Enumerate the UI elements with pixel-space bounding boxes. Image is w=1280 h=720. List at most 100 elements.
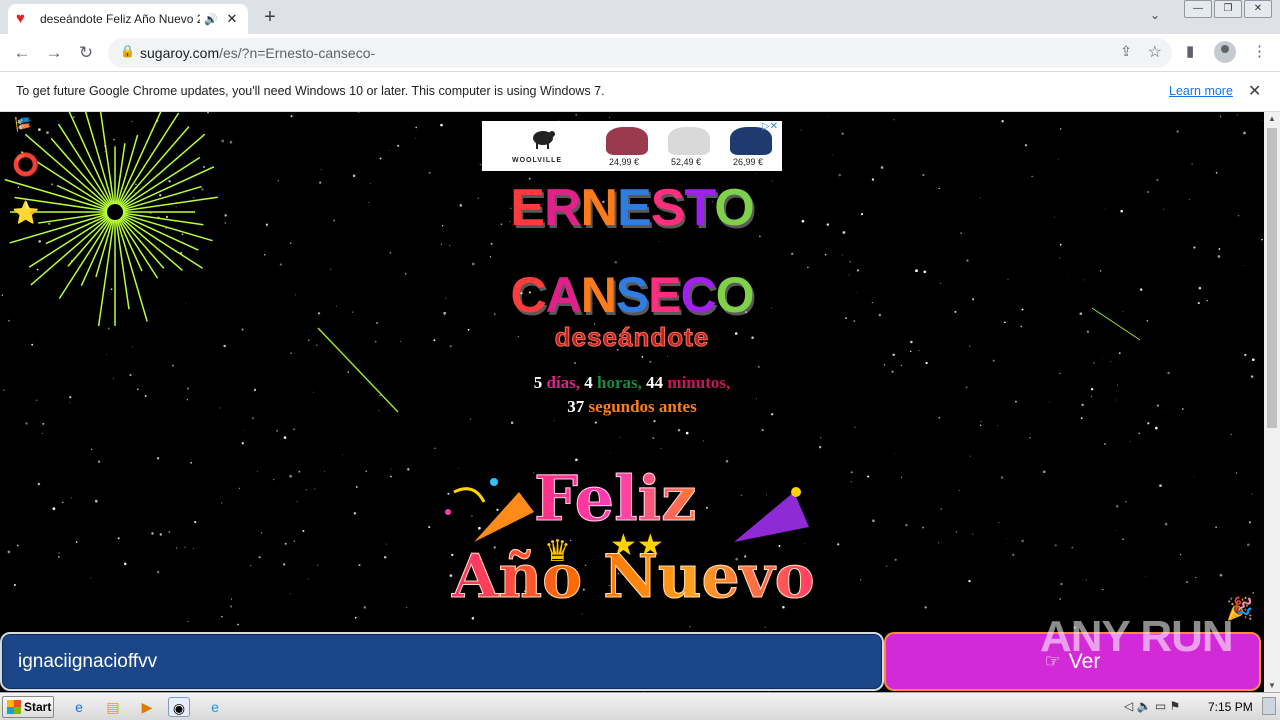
edge-icon[interactable]: e <box>204 697 226 717</box>
star <box>553 420 555 422</box>
name-letter: R <box>543 179 582 237</box>
star <box>619 436 621 438</box>
star <box>221 139 225 143</box>
infobar-close-icon[interactable]: ✕ <box>1248 81 1261 101</box>
address-bar[interactable]: 🔒 sugaroy.com/es/?n=Ernesto-canseco- ⇪ ☆ <box>108 38 1172 68</box>
new-tab-button[interactable]: + <box>258 6 282 30</box>
star <box>42 432 44 434</box>
learn-more-link[interactable]: Learn more <box>1169 84 1233 98</box>
name-letter: E <box>510 179 545 237</box>
star <box>1103 443 1106 445</box>
share-icon[interactable]: ⇪ <box>1120 43 1132 60</box>
anyrun-watermark: ANY RUN <box>1040 612 1234 661</box>
star <box>290 593 291 595</box>
star <box>106 354 108 356</box>
star <box>237 623 240 626</box>
star <box>925 361 928 365</box>
forward-arrow-icon[interactable]: → <box>42 41 66 65</box>
star <box>1191 163 1193 165</box>
star <box>241 442 244 445</box>
tab-search-chevron-icon[interactable]: ⌄ <box>1150 8 1160 22</box>
lifebuoy-icon[interactable]: ⭕ <box>12 152 39 178</box>
star <box>238 487 241 489</box>
star <box>677 428 681 432</box>
star <box>283 436 287 439</box>
star <box>1145 576 1146 577</box>
star <box>429 515 431 517</box>
star <box>1261 119 1263 121</box>
close-window-button[interactable]: ✕ <box>1244 0 1272 18</box>
tab-close-icon[interactable]: ✕ <box>224 11 240 27</box>
ad-banner[interactable]: WOOLVILLE 24,99 € 52,49 € 26,99 € ▷✕ <box>482 121 782 171</box>
folder-icon[interactable]: ▤ <box>102 697 124 717</box>
star <box>1029 436 1031 439</box>
star <box>159 533 163 536</box>
star <box>221 615 223 618</box>
star <box>1000 476 1004 479</box>
star <box>293 428 295 430</box>
star <box>38 240 41 243</box>
ie-icon[interactable]: e <box>68 697 90 717</box>
reload-icon[interactable]: ↻ <box>74 41 98 65</box>
url-text[interactable]: sugaroy.com/es/?n=Ernesto-canseco- <box>140 45 375 61</box>
star <box>1164 522 1168 526</box>
back-arrow-icon[interactable]: ← <box>10 41 34 65</box>
star <box>397 144 400 147</box>
star <box>342 454 343 456</box>
star <box>854 426 856 428</box>
star <box>391 468 392 470</box>
star <box>955 531 958 533</box>
side-panel-icon[interactable]: ▮ <box>1186 42 1194 60</box>
star <box>357 112 360 113</box>
show-desktop-button[interactable] <box>1262 697 1276 715</box>
star <box>980 424 982 426</box>
star <box>243 429 245 431</box>
star <box>256 471 258 473</box>
scroll-thumb[interactable] <box>1267 128 1277 428</box>
scroll-up-arrow-icon[interactable]: ▲ <box>1268 114 1276 123</box>
star <box>7 550 11 554</box>
star <box>305 488 308 491</box>
page-scrollbar[interactable]: ▲ ▼ <box>1264 112 1280 692</box>
star <box>293 540 295 542</box>
star <box>1194 576 1197 579</box>
start-button[interactable]: Start <box>2 696 54 718</box>
bookmark-star-icon[interactable]: ☆ <box>1148 42 1162 62</box>
name-letter: O <box>715 267 755 323</box>
ad-product-slipper[interactable] <box>668 127 710 155</box>
star <box>1219 115 1222 118</box>
star <box>407 468 410 471</box>
star <box>302 530 305 532</box>
restore-button[interactable]: ❐ <box>1214 0 1242 18</box>
star <box>685 431 689 435</box>
star <box>156 570 160 574</box>
clock[interactable]: 7:15 PM <box>1208 700 1253 714</box>
star <box>820 437 822 439</box>
tab-title: deseándote Feliz Año Nuevo 20 <box>40 12 200 26</box>
star <box>1251 493 1253 495</box>
star <box>880 166 884 169</box>
profile-avatar[interactable] <box>1214 41 1236 63</box>
system-tray[interactable]: ◁ 🔈 ▭ ⚑ <box>1124 699 1180 713</box>
lock-icon[interactable]: 🔒 <box>120 44 135 58</box>
star <box>837 543 840 546</box>
star <box>894 453 896 454</box>
bunting-icon[interactable]: 🎏 <box>14 116 31 133</box>
countdown-line-2: 37 segundos antes <box>0 395 1264 419</box>
name-input[interactable] <box>18 648 858 676</box>
menu-kebab-icon[interactable]: ⋮ <box>1252 42 1267 60</box>
minimize-button[interactable]: — <box>1184 0 1212 18</box>
chrome-icon[interactable]: ◉ <box>168 697 190 717</box>
star <box>471 262 475 266</box>
star <box>841 254 843 256</box>
active-tab[interactable]: ♥ deseándote Feliz Año Nuevo 20 🔊 ✕ <box>8 4 248 34</box>
ad-choices-close-icon[interactable]: ▷✕ <box>762 121 778 132</box>
star <box>832 154 834 156</box>
star <box>1054 544 1057 547</box>
ad-product-slipper[interactable] <box>606 127 648 155</box>
media-player-icon[interactable]: ▶ <box>136 697 158 717</box>
speaker-icon[interactable]: 🔊 <box>204 13 220 26</box>
sheep-logo-icon <box>533 131 555 149</box>
star <box>610 452 611 454</box>
scroll-down-arrow-icon[interactable]: ▼ <box>1268 681 1276 690</box>
